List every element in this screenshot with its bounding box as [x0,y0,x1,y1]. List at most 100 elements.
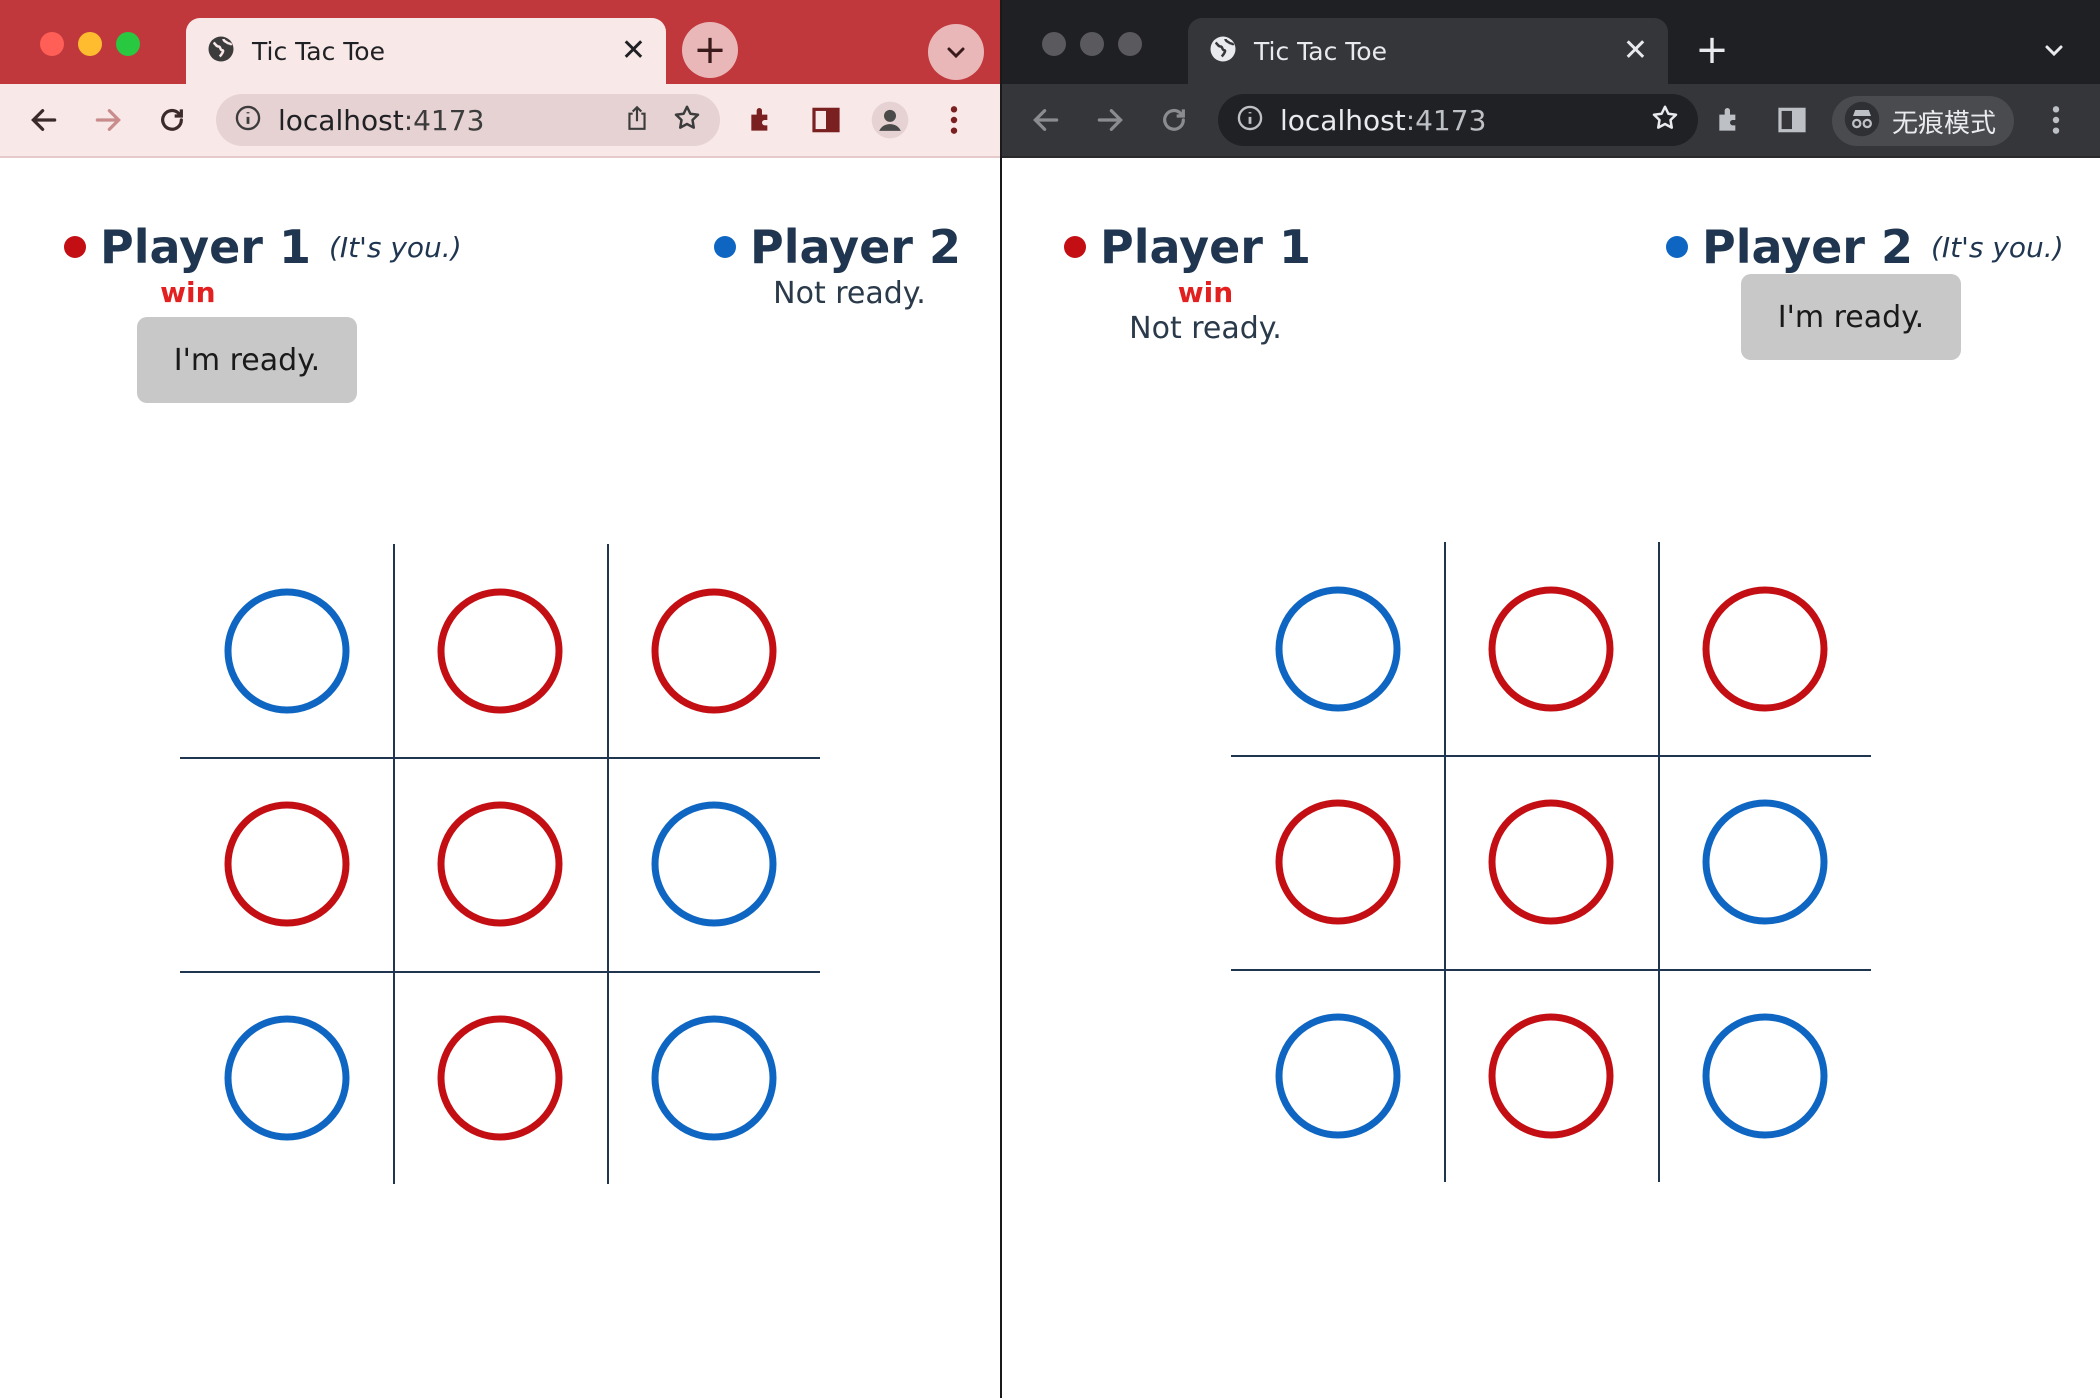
share-icon[interactable] [624,104,650,136]
tab-title: Tic Tac Toe [252,36,385,66]
tab-title: Tic Tac Toe [1254,36,1387,66]
win-label: win [1177,276,1234,309]
tab-strip: Tic Tac Toe ✕ + [0,0,1000,84]
browser-toolbar: localhost:4173 无痕模式 [1002,84,2100,158]
player1-dot-icon [64,236,86,258]
board-cell[interactable] [180,757,393,970]
address-bar[interactable]: localhost:4173 [1218,94,1698,146]
player2-name: Player 2 [750,220,961,274]
forward-icon[interactable] [1086,96,1134,144]
board-cell[interactable] [1231,542,1444,755]
player1-circle-icon [437,1015,562,1140]
board-cell[interactable] [180,544,393,757]
close-window-button[interactable] [40,32,64,56]
kebab-menu-icon[interactable] [930,96,978,144]
ready-button[interactable]: I'm ready. [1741,274,1961,360]
puzzle-icon[interactable] [738,96,786,144]
reload-icon[interactable] [148,96,196,144]
board-cell[interactable] [1658,969,1871,1182]
player2-dot-icon [1666,236,1688,258]
zoom-window-button[interactable] [116,32,140,56]
page-content: Player 1 win Not ready. Player 2 (It's y… [1002,158,2100,1398]
board-cell[interactable] [393,757,606,970]
player2-circle-icon [1702,799,1827,924]
ready-button[interactable]: I'm ready. [137,317,357,403]
chevron-down-icon[interactable] [2026,22,2082,78]
close-icon[interactable]: ✕ [621,36,646,66]
plus-icon[interactable]: + [1684,22,1740,78]
incognito-badge[interactable]: 无痕模式 [1832,96,2014,146]
sidepanel-icon[interactable] [1768,96,1816,144]
star-icon[interactable] [1650,103,1680,137]
star-icon[interactable] [672,103,702,137]
info-icon[interactable] [1236,104,1264,136]
browser-window-normal: Tic Tac Toe ✕ + localhost:4173 Player 1 … [0,0,1002,1398]
board-cell[interactable] [607,971,820,1184]
close-icon[interactable]: ✕ [1623,36,1648,66]
player1-panel: Player 1 (It's you.) win I'm ready. [64,220,462,403]
player2-status: Not ready. [773,276,926,311]
page-content: Player 1 (It's you.) win I'm ready. Play… [0,158,1000,1398]
player1-panel: Player 1 win Not ready. [1064,220,1311,346]
board-cell[interactable] [393,544,606,757]
zoom-window-button[interactable] [1118,32,1142,56]
board-cell[interactable] [1658,755,1871,968]
board-cell[interactable] [1231,755,1444,968]
forward-icon[interactable] [84,96,132,144]
board-cell[interactable] [1658,542,1871,755]
player2-panel: Player 2 Not ready. [714,220,961,311]
browser-toolbar: localhost:4173 [0,84,1000,158]
reload-icon[interactable] [1150,96,1198,144]
globe-icon [206,34,236,68]
kebab-menu-icon[interactable] [2032,96,2080,144]
window-controls [1042,32,1142,56]
board-cell[interactable] [1444,542,1657,755]
board-cell[interactable] [1444,755,1657,968]
player2-name: Player 2 [1702,220,1913,274]
tab-tic-tac-toe[interactable]: Tic Tac Toe ✕ [186,18,666,84]
plus-icon[interactable]: + [682,22,738,78]
url-text[interactable]: localhost:4173 [1280,104,1650,137]
player1-circle-icon [1488,586,1613,711]
window-controls [40,32,140,56]
player1-circle-icon [651,588,776,713]
player1-circle-icon [1275,799,1400,924]
board-cell[interactable] [393,971,606,1184]
board-cell[interactable] [180,971,393,1184]
player1-circle-icon [1488,799,1613,924]
minimize-window-button[interactable] [78,32,102,56]
player2-panel: Player 2 (It's you.) I'm ready. [1666,220,2064,360]
player2-circle-icon [1275,1013,1400,1138]
sidepanel-icon[interactable] [802,96,850,144]
player2-circle-icon [224,588,349,713]
player1-circle-icon [437,801,562,926]
url-text[interactable]: localhost:4173 [278,104,624,137]
browser-window-incognito: Tic Tac Toe ✕ + localhost:4173 无痕模式 Play… [1002,0,2100,1398]
address-bar[interactable]: localhost:4173 [216,94,720,146]
profile-icon[interactable] [866,96,914,144]
board-cell[interactable] [1444,969,1657,1182]
player2-circle-icon [651,1015,776,1140]
player1-circle-icon [1702,586,1827,711]
incognito-label: 无痕模式 [1892,108,1997,139]
you-label: (It's you.) [1931,230,2064,264]
board-cell[interactable] [607,757,820,970]
game-board [1231,542,1871,1182]
info-icon[interactable] [234,104,262,136]
close-window-button[interactable] [1042,32,1066,56]
player1-status: Not ready. [1129,311,1282,346]
player2-dot-icon [714,236,736,258]
player1-circle-icon [224,801,349,926]
you-label: (It's you.) [329,230,462,264]
chevron-down-icon[interactable] [928,24,984,80]
minimize-window-button[interactable] [1080,32,1104,56]
player1-name: Player 1 [1100,220,1311,274]
back-icon[interactable] [1022,96,1070,144]
puzzle-icon[interactable] [1706,96,1754,144]
board-cell[interactable] [1231,969,1444,1182]
board-cell[interactable] [607,544,820,757]
tab-tic-tac-toe[interactable]: Tic Tac Toe ✕ [1188,18,1668,84]
player1-circle-icon [1488,1013,1613,1138]
back-icon[interactable] [20,96,68,144]
player2-circle-icon [651,801,776,926]
